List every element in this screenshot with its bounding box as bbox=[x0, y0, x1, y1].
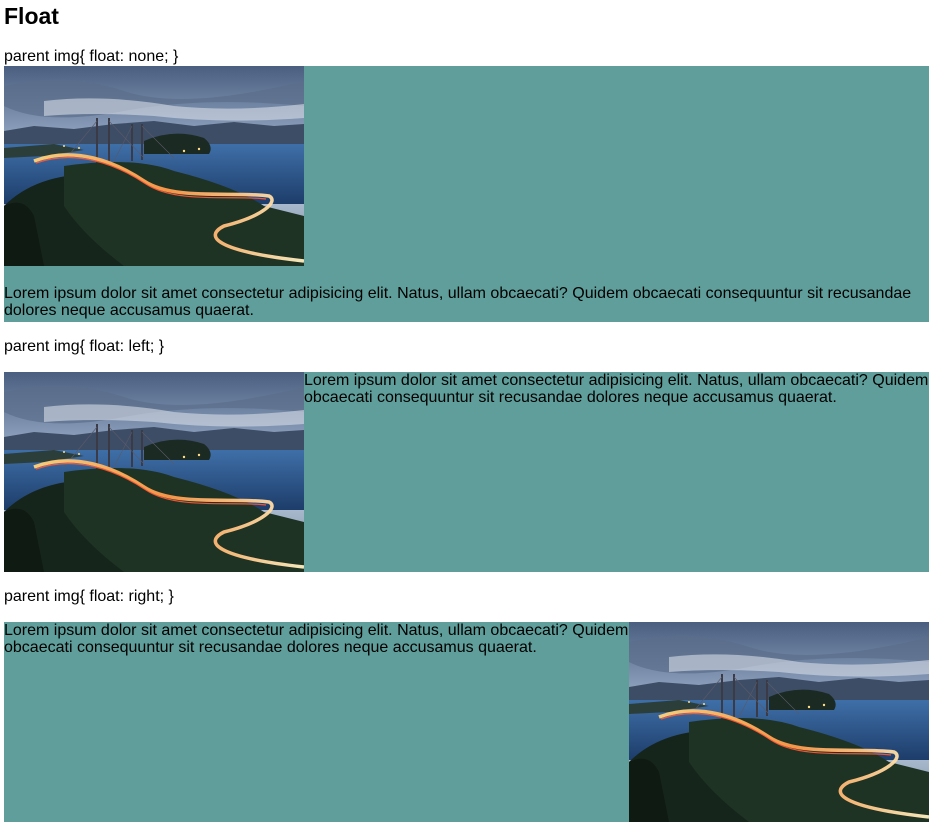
section-caption-float-right: parent img{ float: right; } bbox=[4, 588, 174, 605]
parent-float-left: Lorem ipsum dolor sit amet consectetur a… bbox=[4, 372, 929, 572]
section-caption-float-none: parent img{ float: none; } bbox=[4, 48, 179, 65]
page-title: Float bbox=[4, 3, 59, 29]
parent-float-right: Lorem ipsum dolor sit amet consectetur a… bbox=[4, 622, 929, 822]
bridge-photo bbox=[4, 66, 304, 266]
section-caption-float-left: parent img{ float: left; } bbox=[4, 338, 165, 355]
parent-float-none: Lorem ipsum dolor sit amet consectetur a… bbox=[4, 66, 929, 322]
bridge-photo bbox=[629, 622, 929, 822]
lorem-paragraph: Lorem ipsum dolor sit amet consectetur a… bbox=[4, 285, 912, 319]
bridge-photo bbox=[4, 372, 304, 572]
